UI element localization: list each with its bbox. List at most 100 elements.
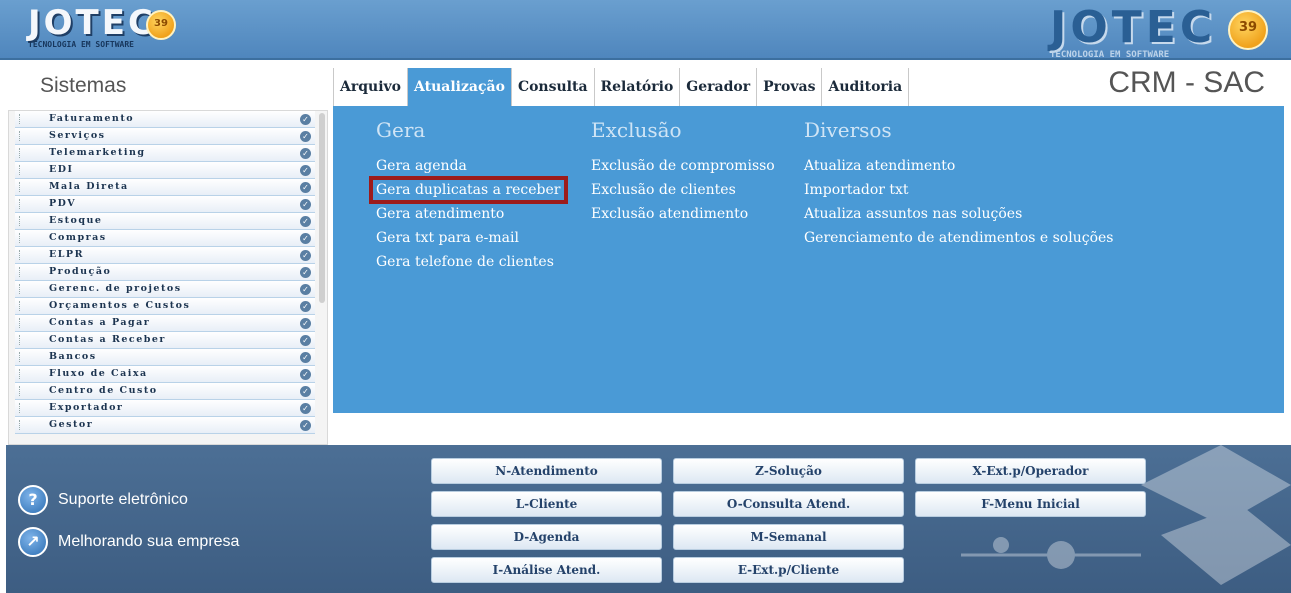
sidebar-item-label: PDV <box>49 198 77 209</box>
sidebar-item[interactable]: PDV ✓ <box>15 196 315 213</box>
grip-icon <box>19 318 21 328</box>
menu-arquivo[interactable]: Arquivo <box>333 68 408 106</box>
gera-link[interactable]: Gera agenda <box>376 158 467 174</box>
sidebar-item[interactable]: Contas a Pagar ✓ <box>15 315 315 332</box>
grip-icon <box>19 386 21 396</box>
check-icon: ✓ <box>300 233 311 244</box>
check-icon: ✓ <box>300 335 311 346</box>
diversos-link[interactable]: Gerenciamento de atendimentos e soluções <box>804 230 1113 246</box>
check-icon: ✓ <box>300 199 311 210</box>
diversos-link[interactable]: Importador txt <box>804 182 909 198</box>
support-link[interactable]: ? Suporte eletrônico <box>18 485 188 515</box>
menu-link-row: Atualiza assuntos nas soluções <box>804 204 1113 228</box>
gera-link[interactable]: Gera duplicatas a receber <box>369 176 568 204</box>
gera-link[interactable]: Gera telefone de clientes <box>376 254 554 270</box>
exclusao-link[interactable]: Exclusão de clientes <box>591 182 736 198</box>
sidebar-item[interactable]: Produção ✓ <box>15 264 315 281</box>
gera-link[interactable]: Gera atendimento <box>376 206 504 222</box>
check-icon: ✓ <box>300 420 311 431</box>
check-icon: ✓ <box>300 131 311 142</box>
sidebar-item-label: Gestor <box>49 419 94 430</box>
sidebar-item[interactable]: Bancos ✓ <box>15 349 315 366</box>
sidebar-item-label: Telemarketing <box>49 147 146 158</box>
diversos-link[interactable]: Atualiza assuntos nas soluções <box>804 206 1022 222</box>
atualizacao-dropdown-panel: Gera Gera agenda Gera duplicatas a recebe… <box>333 106 1284 413</box>
logo-text: JOTEC <box>1050 2 1217 53</box>
menu-bar: Arquivo Atualização Consulta Relatório G… <box>333 68 910 106</box>
sidebar-item[interactable]: ELPR ✓ <box>15 247 315 264</box>
sidebar-scrollbar[interactable] <box>319 113 325 303</box>
check-icon: ✓ <box>300 386 311 397</box>
gera-link[interactable]: Gera txt para e-mail <box>376 230 519 246</box>
anniversary-badge-icon: 39 <box>146 10 176 40</box>
menu-provas[interactable]: Provas <box>757 68 823 106</box>
sidebar-item[interactable]: Faturamento ✓ <box>15 111 315 128</box>
sidebar-item-label: Gerenc. de projetos <box>49 283 182 294</box>
grip-icon <box>19 250 21 260</box>
sidebar-item[interactable]: Exportador ✓ <box>15 400 315 417</box>
sidebar-item-label: Centro de Custo <box>49 385 158 396</box>
z-solucao-button[interactable]: Z-Solução <box>673 458 904 484</box>
column-exclusao: Exclusão Exclusão de compromisso Exclusão… <box>591 118 775 228</box>
sidebar-item[interactable]: Centro de Custo ✓ <box>15 383 315 400</box>
sidebar-item[interactable]: Contas a Receber ✓ <box>15 332 315 349</box>
menu-link-row: Exclusão de compromisso <box>591 156 775 180</box>
n-atendimento-button[interactable]: N-Atendimento <box>431 458 662 484</box>
menu-atualizacao[interactable]: Atualização <box>408 68 512 106</box>
sidebar-item[interactable]: Serviços ✓ <box>15 128 315 145</box>
company-logo-right: JOTEC TECNOLOGIA EM SOFTWARE 39 <box>1050 2 1268 60</box>
check-icon: ✓ <box>300 165 311 176</box>
improve-link[interactable]: ↗ Melhorando sua empresa <box>18 527 239 557</box>
improve-label: Melhorando sua empresa <box>58 533 240 550</box>
sidebar-item[interactable]: Mala Direta ✓ <box>15 179 315 196</box>
exclusao-link[interactable]: Exclusão de compromisso <box>591 158 775 174</box>
sidebar-item[interactable]: Fluxo de Caixa ✓ <box>15 366 315 383</box>
sidebar-item[interactable]: Estoque ✓ <box>15 213 315 230</box>
exclusao-link[interactable]: Exclusão atendimento <box>591 206 748 222</box>
menu-consulta[interactable]: Consulta <box>512 68 595 106</box>
l-cliente-button[interactable]: L-Cliente <box>431 491 662 517</box>
column-heading: Diversos <box>804 118 892 142</box>
sidebar-item-label: Orçamentos e Custos <box>49 300 191 311</box>
help-icon: ? <box>18 485 48 515</box>
i-analise-button[interactable]: I-Análise Atend. <box>431 557 662 583</box>
chart-growth-icon: ↗ <box>18 527 48 557</box>
sidebar-item[interactable]: Gerenc. de projetos ✓ <box>15 281 315 298</box>
d-agenda-button[interactable]: D-Agenda <box>431 524 662 550</box>
menu-link-row: Atualiza atendimento <box>804 156 1113 180</box>
f-menu-inicial-button[interactable]: F-Menu Inicial <box>915 491 1146 517</box>
grip-icon <box>19 165 21 175</box>
sidebar-item-label: Bancos <box>49 351 97 362</box>
sidebar-item-label: Serviços <box>49 130 106 141</box>
support-label: Suporte eletrônico <box>58 491 188 508</box>
grip-icon <box>19 233 21 243</box>
grip-icon <box>19 131 21 141</box>
logo-text: JOTEC <box>28 3 156 43</box>
check-icon: ✓ <box>300 301 311 312</box>
e-ext-cliente-button[interactable]: E-Ext.p/Cliente <box>673 557 904 583</box>
menu-relatorio[interactable]: Relatório <box>595 68 681 106</box>
sidebar-item[interactable]: Telemarketing ✓ <box>15 145 315 162</box>
sidebar-item[interactable]: Orçamentos e Custos ✓ <box>15 298 315 315</box>
systems-sidebar: Faturamento ✓ Serviços ✓ Telemarketing ✓ EDI ✓ M… <box>8 110 328 445</box>
menu-link-row: Gera duplicatas a receber <box>369 176 568 204</box>
sidebar-item[interactable]: Gestor ✓ <box>15 417 315 434</box>
menu-link-row: Exclusão de clientes <box>591 180 775 204</box>
o-consulta-button[interactable]: O-Consulta Atend. <box>673 491 904 517</box>
x-ext-operador-button[interactable]: X-Ext.p/Operador <box>915 458 1146 484</box>
sidebar-item-label: Produção <box>49 266 112 277</box>
check-icon: ✓ <box>300 369 311 380</box>
footer-bar: ? Suporte eletrônico ↗ Melhorando sua em… <box>6 445 1291 593</box>
menu-auditoria[interactable]: Auditoria <box>822 68 910 106</box>
m-semanal-button[interactable]: M-Semanal <box>673 524 904 550</box>
diversos-link[interactable]: Atualiza atendimento <box>804 158 955 174</box>
check-icon: ✓ <box>300 216 311 227</box>
sidebar-item[interactable]: EDI ✓ <box>15 162 315 179</box>
sidebar-item-label: ELPR <box>49 249 84 260</box>
check-icon: ✓ <box>300 267 311 278</box>
menu-gerador[interactable]: Gerador <box>680 68 758 106</box>
grip-icon <box>19 301 21 311</box>
sidebar-item-label: Exportador <box>49 402 124 413</box>
grip-icon <box>19 114 21 124</box>
sidebar-item[interactable]: Compras ✓ <box>15 230 315 247</box>
